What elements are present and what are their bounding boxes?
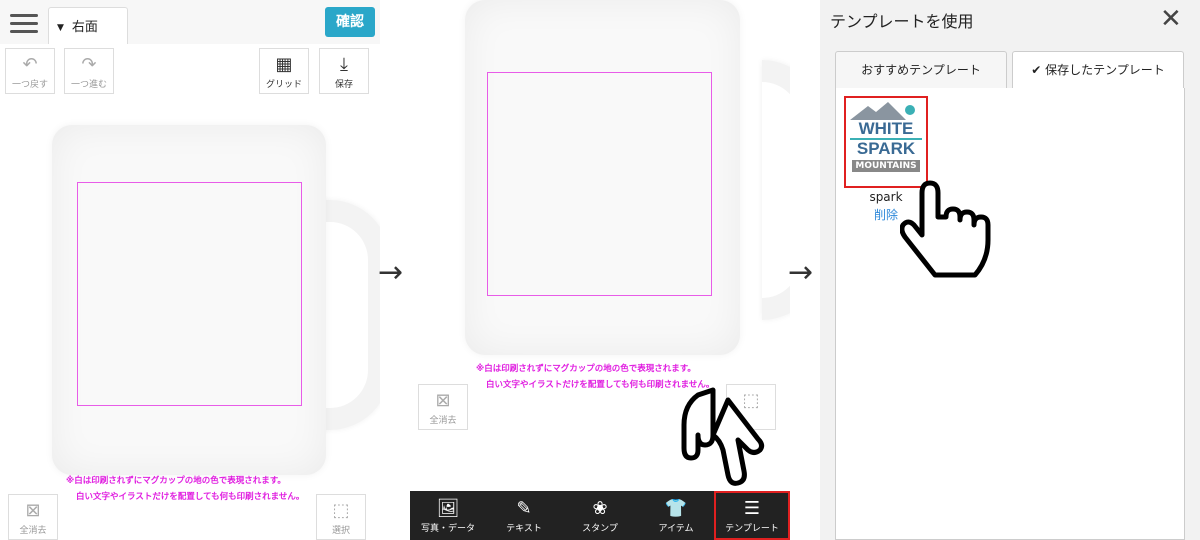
print-area[interactable] — [487, 72, 712, 296]
confirm-button[interactable]: 確認 — [325, 7, 375, 37]
chevron-down-icon: ▼ — [57, 22, 64, 33]
pencil-icon: ✎ — [516, 498, 532, 519]
tab-recommended[interactable]: おすすめテンプレート — [835, 51, 1007, 88]
tab-saved[interactable]: ✔ 保存したテンプレート — [1012, 51, 1184, 88]
nav-label: 写真・データ — [420, 524, 475, 534]
template-panel: テンプレートを使用 ✕ おすすめテンプレート ✔ 保存したテンプレート WHIT… — [820, 0, 1200, 540]
trash-icon: ⊠ — [25, 500, 41, 521]
nav-photo-data[interactable]: 🖼 写真・データ — [410, 491, 486, 540]
redo-button[interactable]: ↷ 一つ進む — [64, 48, 114, 94]
nav-label: アイテム — [658, 524, 694, 534]
template-list: WHITE SPARK MOUNTAINS spark 削除 — [835, 88, 1185, 540]
grid-icon: ▦ — [275, 54, 293, 75]
undo-button[interactable]: ↶ 一つ戻す — [5, 48, 55, 94]
tab-saved-label: 保存したテンプレート — [1045, 63, 1165, 77]
side-tab[interactable]: ▼ 右面 — [48, 7, 128, 44]
nav-stamp[interactable]: ❀ スタンプ — [562, 491, 638, 540]
clear-all-label: 全消去 — [429, 416, 457, 426]
nav-item[interactable]: 👕 アイテム — [638, 491, 714, 540]
pointing-hand-icon — [900, 180, 991, 278]
close-icon[interactable]: ✕ — [1160, 4, 1182, 34]
select-label: 選択 — [331, 526, 350, 536]
nav-label: スタンプ — [582, 524, 618, 534]
save-label: 保存 — [334, 80, 353, 90]
logo-line-1: WHITE — [858, 119, 914, 138]
logo-line-3: MOUNTAINS — [852, 160, 920, 172]
image-icon: 🖼 — [436, 498, 460, 519]
select-button[interactable]: ⬚ 選択 — [316, 494, 366, 540]
nav-label: テキスト — [506, 524, 542, 534]
panel-title: テンプレートを使用 — [830, 12, 974, 31]
undo-label: 一つ戻す — [11, 80, 48, 90]
arrow-right-icon: → — [788, 255, 814, 290]
download-icon: ⤓ — [340, 54, 348, 75]
grid-label: グリッド — [265, 80, 302, 90]
pointing-hand-icon — [681, 387, 765, 486]
list-icon: ☰ — [743, 498, 761, 519]
side-tab-label: 右面 — [71, 20, 98, 35]
arrow-right-icon: → — [378, 255, 404, 290]
save-button[interactable]: ⤓ 保存 — [319, 48, 369, 94]
clear-all-button[interactable]: ⊠ 全消去 — [418, 384, 468, 430]
logo-line-2: SPARK — [850, 138, 922, 158]
checkmark-icon: ✔ — [1031, 63, 1046, 77]
editor-panel-2: ※白は印刷されずにマグカップの地の色で表現されます。 白い文字やイラストだけを配… — [410, 0, 790, 540]
nav-label: テンプレート — [725, 524, 779, 534]
select-icon: ⬚ — [332, 500, 350, 521]
mug-handle — [762, 60, 790, 320]
trash-icon: ⊠ — [435, 390, 451, 411]
print-area[interactable] — [77, 182, 302, 406]
nav-text[interactable]: ✎ テキスト — [486, 491, 562, 540]
clear-all-label: 全消去 — [19, 526, 47, 536]
menu-icon[interactable] — [10, 14, 38, 34]
undo-icon: ↶ — [22, 54, 38, 75]
clear-all-button[interactable]: ⊠ 全消去 — [8, 494, 58, 540]
shirt-icon: 👕 — [664, 498, 688, 519]
mountain-icon — [850, 102, 915, 120]
nav-template[interactable]: ☰ テンプレート — [714, 491, 790, 540]
redo-icon: ↷ — [81, 54, 97, 75]
editor-panel: ▼ 右面 確認 ↶ 一つ戻す ↷ 一つ進む ▦ グリッド ⤓ 保存 ※白は印刷され… — [0, 0, 380, 540]
stamp-icon: ❀ — [592, 498, 608, 519]
grid-button[interactable]: ▦ グリッド — [259, 48, 309, 94]
redo-label: 一つ進む — [70, 80, 107, 90]
warning-line-2: 白い文字やイラストだけを配置しても何も印刷されません。 — [76, 492, 305, 502]
bottom-nav: 🖼 写真・データ ✎ テキスト ❀ スタンプ 👕 アイテム ☰ テンプレート — [410, 491, 790, 540]
